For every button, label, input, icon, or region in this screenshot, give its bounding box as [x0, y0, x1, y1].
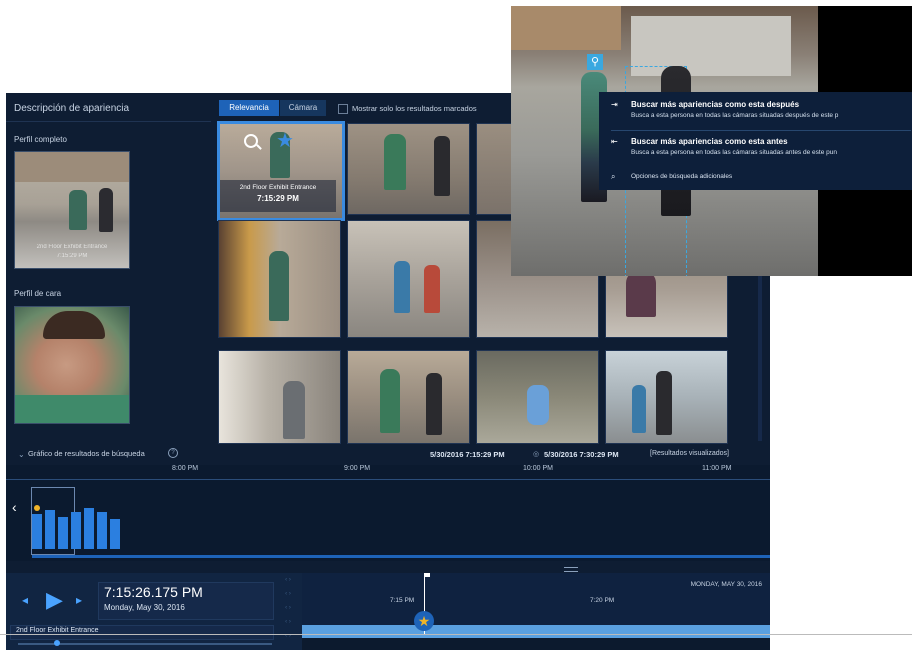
splitter-handle[interactable]: [564, 567, 578, 572]
video-popup: ⚲ ⇥ Buscar más apariencias como esta des…: [511, 6, 912, 276]
result-thumbnail[interactable]: [218, 350, 341, 444]
menu-item-before-sub: Busca a esta persona en todas las cámara…: [631, 149, 837, 156]
appearance-description-title: Descripción de apariencia: [14, 103, 130, 114]
selected-result-camera: 2nd Floor Exhibit Entrance: [239, 184, 317, 191]
show-marked-label: Mostrar solo los resultados marcados: [352, 104, 477, 113]
video-window: [511, 6, 621, 50]
graph-bar[interactable]: [71, 512, 81, 549]
result-thumbnail[interactable]: [347, 123, 470, 215]
page-rule: [0, 634, 912, 635]
previous-frame-icon[interactable]: ◂: [22, 593, 28, 607]
playback-time: 7:15:26.175 PM: [104, 584, 203, 600]
graph-tick: 8:00 PM: [172, 465, 199, 472]
search-before-icon: ⇤: [611, 137, 618, 146]
graph-tick: 9:00 PM: [344, 465, 371, 472]
menu-item-after-title: Buscar más apariencias como esta después: [631, 100, 800, 109]
graph-collapse-icon[interactable]: ⌄: [18, 450, 25, 459]
graph-bar[interactable]: [97, 512, 107, 549]
timeline-date: MONDAY, MAY 30, 2016: [690, 581, 762, 588]
full-profile-label: Perfil completo: [14, 135, 67, 144]
timeline-tick: 7:20 PM: [590, 597, 615, 604]
timeline-tick: 7:15 PM: [390, 597, 415, 604]
person-icon[interactable]: ⚲: [587, 54, 603, 70]
chevron-left-icon[interactable]: ‹: [12, 499, 17, 515]
camera-name: 2nd Floor Exhibit Entrance: [16, 627, 99, 634]
range-separator-icon: ◎: [533, 451, 540, 458]
menu-item-before-title: Buscar más apariencias como esta antes: [631, 137, 788, 146]
menu-item-after-sub: Busca a esta persona en todas las cámara…: [631, 112, 839, 119]
result-thumbnail-selected[interactable]: ★ 2nd Floor Exhibit Entrance 7:15:29 PM: [217, 121, 345, 221]
range-end: 5/30/2016 7:30:29 PM: [544, 450, 619, 459]
search-after-icon: ⇥: [611, 100, 618, 109]
timeline-track[interactable]: [302, 625, 770, 638]
volume-slider-thumb[interactable]: [54, 640, 60, 646]
playhead-flag: [425, 573, 430, 577]
result-thumbnail[interactable]: [347, 350, 470, 444]
menu-item-search-before[interactable]: ⇤ Buscar más apariencias como esta antes…: [599, 137, 912, 165]
menu-separator: [611, 130, 911, 131]
face-profile-label: Perfil de cara: [14, 289, 62, 298]
play-icon[interactable]: ▶: [46, 587, 63, 613]
timeline-track-base: [302, 638, 770, 650]
graph-bar[interactable]: [84, 508, 94, 549]
menu-item-search-options[interactable]: ⌕ Opciones de búsqueda adicionales: [599, 172, 912, 186]
range-start: 5/30/2016 7:15:29 PM: [430, 450, 505, 459]
menu-item-search-after[interactable]: ⇥ Buscar más apariencias como esta despu…: [599, 100, 912, 128]
panel-divider: [6, 121, 211, 122]
result-thumbnail[interactable]: [347, 220, 470, 338]
graph-bars: [32, 487, 142, 557]
next-frame-icon[interactable]: ▸: [76, 593, 82, 607]
playback-date: Monday, May 30, 2016: [104, 603, 185, 612]
help-icon[interactable]: ?: [168, 448, 178, 458]
face-profile-image[interactable]: [14, 306, 130, 424]
graph-bar[interactable]: [110, 519, 120, 549]
graph-bar[interactable]: [58, 517, 68, 549]
graph-bar[interactable]: [45, 510, 55, 549]
full-profile-caption-time: 7:15:29 PM: [56, 253, 88, 259]
context-menu: ⇥ Buscar más apariencias como esta despu…: [599, 92, 912, 190]
sort-relevance-tab[interactable]: Relevancia: [219, 100, 279, 116]
graph-baseline: [32, 555, 770, 558]
range-note: [Resultados visualizados]: [650, 450, 729, 457]
star-icon[interactable]: ★: [276, 128, 294, 153]
graph-tick: 10:00 PM: [523, 465, 553, 472]
sort-camera-tab[interactable]: Cámara: [280, 100, 326, 116]
graph-tick: 11:00 PM: [702, 465, 732, 472]
graph-title: Gráfico de resultados de búsqueda: [28, 449, 145, 458]
full-profile-image[interactable]: 2nd Floor Exhibit Entrance 7:15:29 PM: [14, 151, 130, 269]
search-icon: ⌕: [611, 172, 616, 181]
result-thumbnail[interactable]: [605, 350, 728, 444]
graph-bar[interactable]: [32, 514, 42, 549]
timeline-controls-col: ‹ › ‹ › ‹ › ‹ › ‹ ›: [285, 577, 291, 639]
playback-timeline[interactable]: MONDAY, MAY 30, 2016 7:15 PM 7:20 PM ★: [302, 573, 770, 650]
result-thumbnail[interactable]: [218, 220, 341, 338]
selected-result-time: 7:15:29 PM: [257, 194, 299, 203]
full-profile-caption-camera: 2nd Floor Exhibit Entrance: [36, 244, 108, 250]
result-thumbnail[interactable]: [476, 123, 514, 215]
result-thumbnail[interactable]: [476, 350, 599, 444]
show-marked-checkbox[interactable]: [338, 104, 348, 114]
menu-item-options: Opciones de búsqueda adicionales: [631, 173, 733, 180]
star-icon[interactable]: ★: [414, 611, 434, 631]
graph-timeline[interactable]: 8:00 PM 9:00 PM 10:00 PM 11:00 PM ‹: [6, 465, 770, 561]
